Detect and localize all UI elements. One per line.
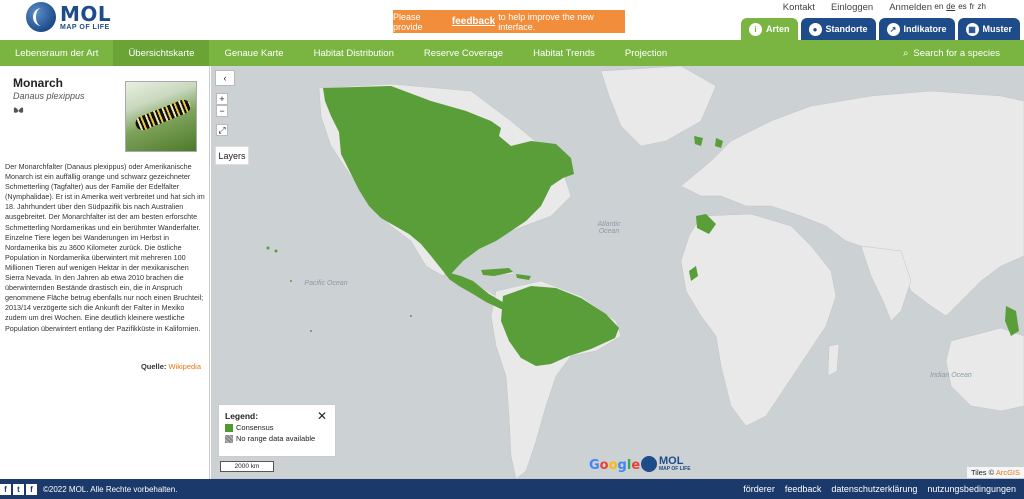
google-letter-G: G xyxy=(589,458,600,473)
login-link[interactable]: Einloggen xyxy=(831,2,873,13)
main-tabs: i Arten ● Standorte ↗ Indikatore ▦ Muste… xyxy=(741,18,1021,40)
globe-icon xyxy=(641,456,657,472)
search-label: Search for a species xyxy=(913,47,1000,59)
lang-es[interactable]: es xyxy=(958,2,966,11)
source-label: Quelle: xyxy=(140,362,167,371)
lang-en[interactable]: en xyxy=(934,2,943,11)
tab-label: Muster xyxy=(982,24,1013,34)
legend-label: No range data available xyxy=(236,434,316,443)
feedback-suffix: to help improve the new interface. xyxy=(498,11,594,32)
lang-zh[interactable]: zh xyxy=(978,2,986,11)
logo-title: MOL xyxy=(60,1,112,26)
register-link[interactable]: Anmelden xyxy=(889,2,932,13)
google-letter-e: e xyxy=(631,458,641,473)
tab-indikatore[interactable]: ↗ Indikatore xyxy=(878,18,955,40)
globe-icon xyxy=(26,2,56,32)
language-switcher: en de es fr zh xyxy=(934,2,986,11)
range-map[interactable]: Atlantic Ocean Pacific Ocean Indian Ocea… xyxy=(211,66,1024,479)
layers-button[interactable]: Layers xyxy=(215,146,249,165)
nav-habitat-trends[interactable]: Habitat Trends xyxy=(518,40,610,66)
nav-genaue-karte[interactable]: Genaue Karte xyxy=(209,40,298,66)
zoom-out-button[interactable]: − xyxy=(216,105,228,117)
footer-link-feedback[interactable]: feedback xyxy=(785,484,822,494)
tab-standorte[interactable]: ● Standorte xyxy=(800,18,876,40)
source-link[interactable]: Wikipedia xyxy=(168,362,201,371)
top-bar: MOL MAP OF LIFE Please provide feedback … xyxy=(0,0,1024,40)
social-links: f t f xyxy=(0,483,37,495)
lang-de[interactable]: de xyxy=(946,2,955,11)
mol-logo[interactable]: MOL MAP OF LIFE xyxy=(26,2,111,32)
location-pin-icon: ● xyxy=(808,22,822,36)
legend-label: Consensus xyxy=(236,423,274,432)
feedback-link[interactable]: feedback xyxy=(452,16,495,27)
nav-habitat-distribution[interactable]: Habitat Distribution xyxy=(299,40,409,66)
species-photo[interactable] xyxy=(125,81,197,152)
map-legend: Legend: ✕ Consensus No range data availa… xyxy=(218,404,336,457)
mol-map-logo-text: MOL MAP OF LIFE xyxy=(659,454,691,472)
google-letter-o2: o xyxy=(608,458,618,473)
logo-subtitle: MAP OF LIFE xyxy=(60,23,110,31)
feedback-banner: Please provide feedback to help improve … xyxy=(393,10,625,33)
species-search[interactable]: ⌕ Search for a species xyxy=(903,40,1000,66)
zoom-in-button[interactable]: + xyxy=(216,93,228,105)
ocean-label-pacific: Pacific Ocean xyxy=(304,280,348,287)
google-letter-g: g xyxy=(617,458,627,473)
tab-muster[interactable]: ▦ Muster xyxy=(957,18,1021,40)
tab-arten[interactable]: i Arten xyxy=(741,18,798,40)
species-scientific-name: Danaus plexippus xyxy=(13,91,85,101)
footer-link-terms[interactable]: nutzungsbedingungen xyxy=(927,484,1016,494)
tab-label: Arten xyxy=(766,24,790,34)
footer-link-foerderer[interactable]: förderer xyxy=(743,484,775,494)
google-logo: Google xyxy=(589,458,640,473)
species-nav: Lebensraum der Art Übersichtskarte Genau… xyxy=(0,40,1024,66)
species-source: Quelle: Wikipedia xyxy=(0,362,201,371)
species-description: Der Monarchfalter (Danaus plexippus) ode… xyxy=(5,162,205,333)
map-scale: 2000 km xyxy=(220,461,274,472)
tiles-prefix: Tiles © xyxy=(970,468,995,477)
tiles-attribution: Tiles © ArcGIS xyxy=(966,467,1024,478)
facebook-icon[interactable]: f xyxy=(26,483,37,495)
species-panel: Monarch Danaus plexippus Der Monarchfalt… xyxy=(0,66,210,479)
nav-reserve-coverage[interactable]: Reserve Coverage xyxy=(409,40,518,66)
info-icon: i xyxy=(749,22,762,36)
legend-title: Legend: xyxy=(225,411,259,421)
no-data-swatch xyxy=(225,434,233,443)
mol-map-logo-main: MOL xyxy=(659,454,684,467)
copyright: ©2022 MOL. Alle Rechte vorbehalten. xyxy=(43,484,178,494)
ocean-label-indian: Indian Ocean xyxy=(930,372,972,379)
collapse-panel-button[interactable]: ‹ xyxy=(215,70,235,86)
f-icon[interactable]: f xyxy=(0,483,11,495)
butterfly-icon xyxy=(13,106,24,119)
arcgis-link[interactable]: ArcGIS xyxy=(996,468,1020,477)
species-common-name: Monarch xyxy=(13,76,64,90)
close-icon[interactable]: ✕ xyxy=(317,409,327,423)
account-links: Kontakt Einloggen Anmelden xyxy=(783,2,932,13)
search-icon: ⌕ xyxy=(903,47,909,59)
twitter-icon[interactable]: t xyxy=(13,483,24,495)
lang-fr[interactable]: fr xyxy=(970,2,975,11)
footer-links: förderer feedback datenschutzerklärung n… xyxy=(743,484,1016,494)
contact-link[interactable]: Kontakt xyxy=(783,2,815,13)
grid-icon: ▦ xyxy=(965,22,979,36)
footer-link-privacy[interactable]: datenschutzerklärung xyxy=(831,484,917,494)
legend-item-no-data: No range data available xyxy=(225,434,329,443)
consensus-swatch xyxy=(225,423,233,432)
tab-label: Indikatore xyxy=(903,24,947,34)
footer: f t f ©2022 MOL. Alle Rechte vorbehalten… xyxy=(0,479,1024,499)
chart-icon: ↗ xyxy=(886,22,900,36)
caterpillar-image xyxy=(133,97,193,133)
feedback-prefix: Please provide xyxy=(393,11,423,32)
nav-uebersichtskarte[interactable]: Übersichtskarte xyxy=(113,40,210,66)
tab-label: Standorte xyxy=(825,24,868,34)
expand-icon[interactable]: ⤢ xyxy=(216,124,228,136)
mol-map-logo: MOL MAP OF LIFE xyxy=(641,454,691,472)
ocean-label-atlantic: Atlantic Ocean xyxy=(597,221,621,235)
nav-lebensraum[interactable]: Lebensraum der Art xyxy=(0,40,113,66)
mol-map-logo-sub: MAP OF LIFE xyxy=(659,465,691,472)
legend-item-consensus: Consensus xyxy=(225,423,329,432)
google-letter-o1: o xyxy=(599,458,609,473)
nav-projection[interactable]: Projection xyxy=(610,40,682,66)
